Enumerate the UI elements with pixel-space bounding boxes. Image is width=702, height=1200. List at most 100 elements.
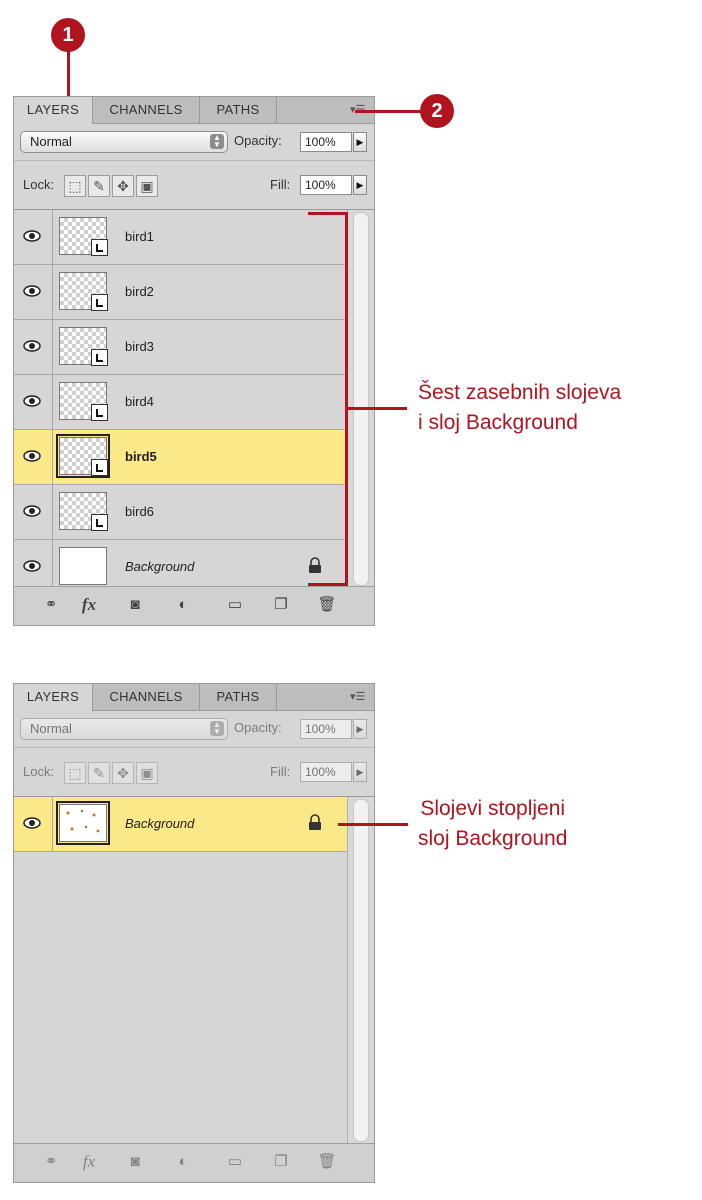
tab-layers[interactable]: LAYERS: [14, 97, 93, 124]
layer-row-background[interactable]: Background: [14, 797, 348, 852]
trash-icon[interactable]: 🗑: [314, 1152, 340, 1172]
new-layer-icon[interactable]: ❐: [268, 595, 294, 615]
new-layer-icon[interactable]: ❐: [268, 1152, 294, 1172]
blend-mode-select[interactable]: Normal ▲ ▼: [20, 131, 228, 153]
lock-all-icon[interactable]: ▣: [136, 762, 158, 784]
badge-2-line: [355, 110, 423, 113]
lock-all-icon[interactable]: ▣: [136, 175, 158, 197]
layer-name: bird4: [125, 394, 154, 409]
layer-name: bird3: [125, 339, 154, 354]
blend-mode-value: Normal: [30, 721, 72, 736]
opacity-label: Opacity:: [234, 133, 282, 148]
layers-panel-before: LAYERS CHANNELS PATHS ▾☰ Normal ▲▼ Opaci…: [13, 96, 375, 626]
lock-paint-icon[interactable]: ✎: [88, 762, 110, 784]
link-icon[interactable]: ⚭: [38, 595, 64, 615]
callout-text-top: Šest zasebnih slojeva i sloj Background: [418, 378, 621, 438]
panel-footer: ⚭ fx ◙ ◐ ▭ ❐ 🗑: [14, 1143, 374, 1182]
tab-paths[interactable]: PATHS: [200, 684, 277, 710]
scrollbar-thumb[interactable]: [353, 212, 369, 586]
visibility-eye-icon[interactable]: [23, 559, 41, 573]
callout-line: i sloj Background: [418, 411, 578, 434]
layers-scrollbar[interactable]: [347, 797, 374, 1144]
layer-name: bird5: [125, 449, 157, 464]
folder-icon[interactable]: ▭: [222, 595, 248, 615]
lock-move-icon[interactable]: ✥: [112, 762, 134, 784]
lock-paint-icon[interactable]: ✎: [88, 175, 110, 197]
lock-transparency-icon[interactable]: ⬚: [64, 175, 86, 197]
link-icon[interactable]: ⚭: [38, 1152, 64, 1172]
visibility-eye-icon[interactable]: [23, 229, 41, 243]
layer-row-bird6[interactable]: bird6: [14, 485, 348, 540]
layer-row-bird2[interactable]: bird2: [14, 265, 348, 320]
layer-name: bird2: [125, 284, 154, 299]
visibility-eye-icon[interactable]: [23, 816, 41, 830]
tab-channels[interactable]: CHANNELS: [93, 684, 200, 710]
opacity-slider-arrow[interactable]: ▶: [353, 132, 367, 152]
lock-row: Lock: ⬚ ✎ ✥ ▣ Fill: 100% ▶: [14, 748, 374, 797]
layer-thumbnail: [59, 547, 107, 585]
bracket-vertical: [345, 212, 348, 586]
lock-transparency-icon[interactable]: ⬚: [64, 762, 86, 784]
layer-thumbnail: [56, 434, 110, 478]
fill-slider-arrow[interactable]: ▶: [353, 762, 367, 782]
bracket-connector: [345, 407, 407, 410]
mask-icon[interactable]: ◙: [122, 1152, 148, 1172]
layer-thumbnail: [59, 272, 108, 311]
layer-row-bird1[interactable]: bird1: [14, 210, 348, 265]
layers-scrollbar[interactable]: [347, 210, 374, 588]
panel-tabs: LAYERS CHANNELS PATHS ▾☰: [14, 97, 374, 124]
lock-move-icon[interactable]: ✥: [112, 175, 134, 197]
fill-label: Fill:: [270, 177, 291, 192]
layer-thumbnail: [59, 327, 108, 366]
visibility-eye-icon[interactable]: [23, 449, 41, 463]
visibility-eye-icon[interactable]: [23, 394, 41, 408]
layer-thumbnail: [56, 801, 110, 845]
callout-connector-bottom: [338, 823, 408, 826]
select-arrows-icon: ▲ ▼: [210, 721, 224, 736]
folder-icon[interactable]: ▭: [222, 1152, 248, 1172]
scrollbar-thumb[interactable]: [353, 799, 369, 1142]
panel-footer: ⚭ fx ◙ ◐ ▭ ❐ 🗑: [14, 586, 374, 625]
tab-paths[interactable]: PATHS: [200, 97, 277, 123]
fx-icon[interactable]: fx: [76, 1152, 102, 1172]
blend-mode-select[interactable]: Normal ▲ ▼: [20, 718, 228, 740]
lock-label: Lock:: [23, 177, 55, 192]
fill-slider-arrow[interactable]: ▶: [353, 175, 367, 195]
mask-icon[interactable]: ◙: [122, 595, 148, 615]
callout-line: sloj Background: [418, 827, 568, 850]
smart-object-icon: [91, 349, 108, 366]
visibility-eye-icon[interactable]: [23, 284, 41, 298]
fill-label: Fill:: [270, 764, 291, 779]
visibility-eye-icon[interactable]: [23, 339, 41, 353]
lock-icon: [309, 557, 321, 573]
birds-preview-icon: [66, 809, 100, 833]
blend-row: Normal ▲ ▼ Opacity: 100% ▶: [14, 124, 374, 161]
panel-menu-icon[interactable]: ▾☰: [350, 691, 368, 703]
layer-row-bird4[interactable]: bird4: [14, 375, 348, 430]
blend-mode-value: Normal: [30, 134, 72, 149]
layers-list: Background: [14, 797, 348, 852]
panel-tabs: LAYERS CHANNELS PATHS ▾☰: [14, 684, 374, 711]
callout-line: Šest zasebnih slojeva: [418, 381, 622, 404]
visibility-eye-icon[interactable]: [23, 504, 41, 518]
layer-name: bird6: [125, 504, 154, 519]
layer-row-bird5[interactable]: bird5: [14, 430, 348, 485]
smart-object-icon: [91, 239, 108, 256]
tab-layers[interactable]: LAYERS: [14, 684, 93, 711]
trash-icon[interactable]: 🗑: [314, 595, 340, 615]
adjustment-icon[interactable]: ◐: [170, 1152, 196, 1172]
lock-icon: [309, 814, 321, 830]
layer-row-bird3[interactable]: bird3: [14, 320, 348, 375]
bracket-top-tick: [308, 212, 348, 215]
opacity-field[interactable]: 100%: [300, 719, 352, 739]
fx-icon[interactable]: fx: [76, 595, 102, 615]
layer-thumbnail: [59, 492, 108, 531]
layer-thumbnail: [59, 382, 108, 421]
opacity-field[interactable]: 100%: [300, 132, 352, 152]
smart-object-icon: [91, 404, 108, 421]
adjustment-icon[interactable]: ◐: [170, 595, 196, 615]
fill-field[interactable]: 100%: [300, 762, 352, 782]
fill-field[interactable]: 100%: [300, 175, 352, 195]
opacity-slider-arrow[interactable]: ▶: [353, 719, 367, 739]
tab-channels[interactable]: CHANNELS: [93, 97, 200, 123]
